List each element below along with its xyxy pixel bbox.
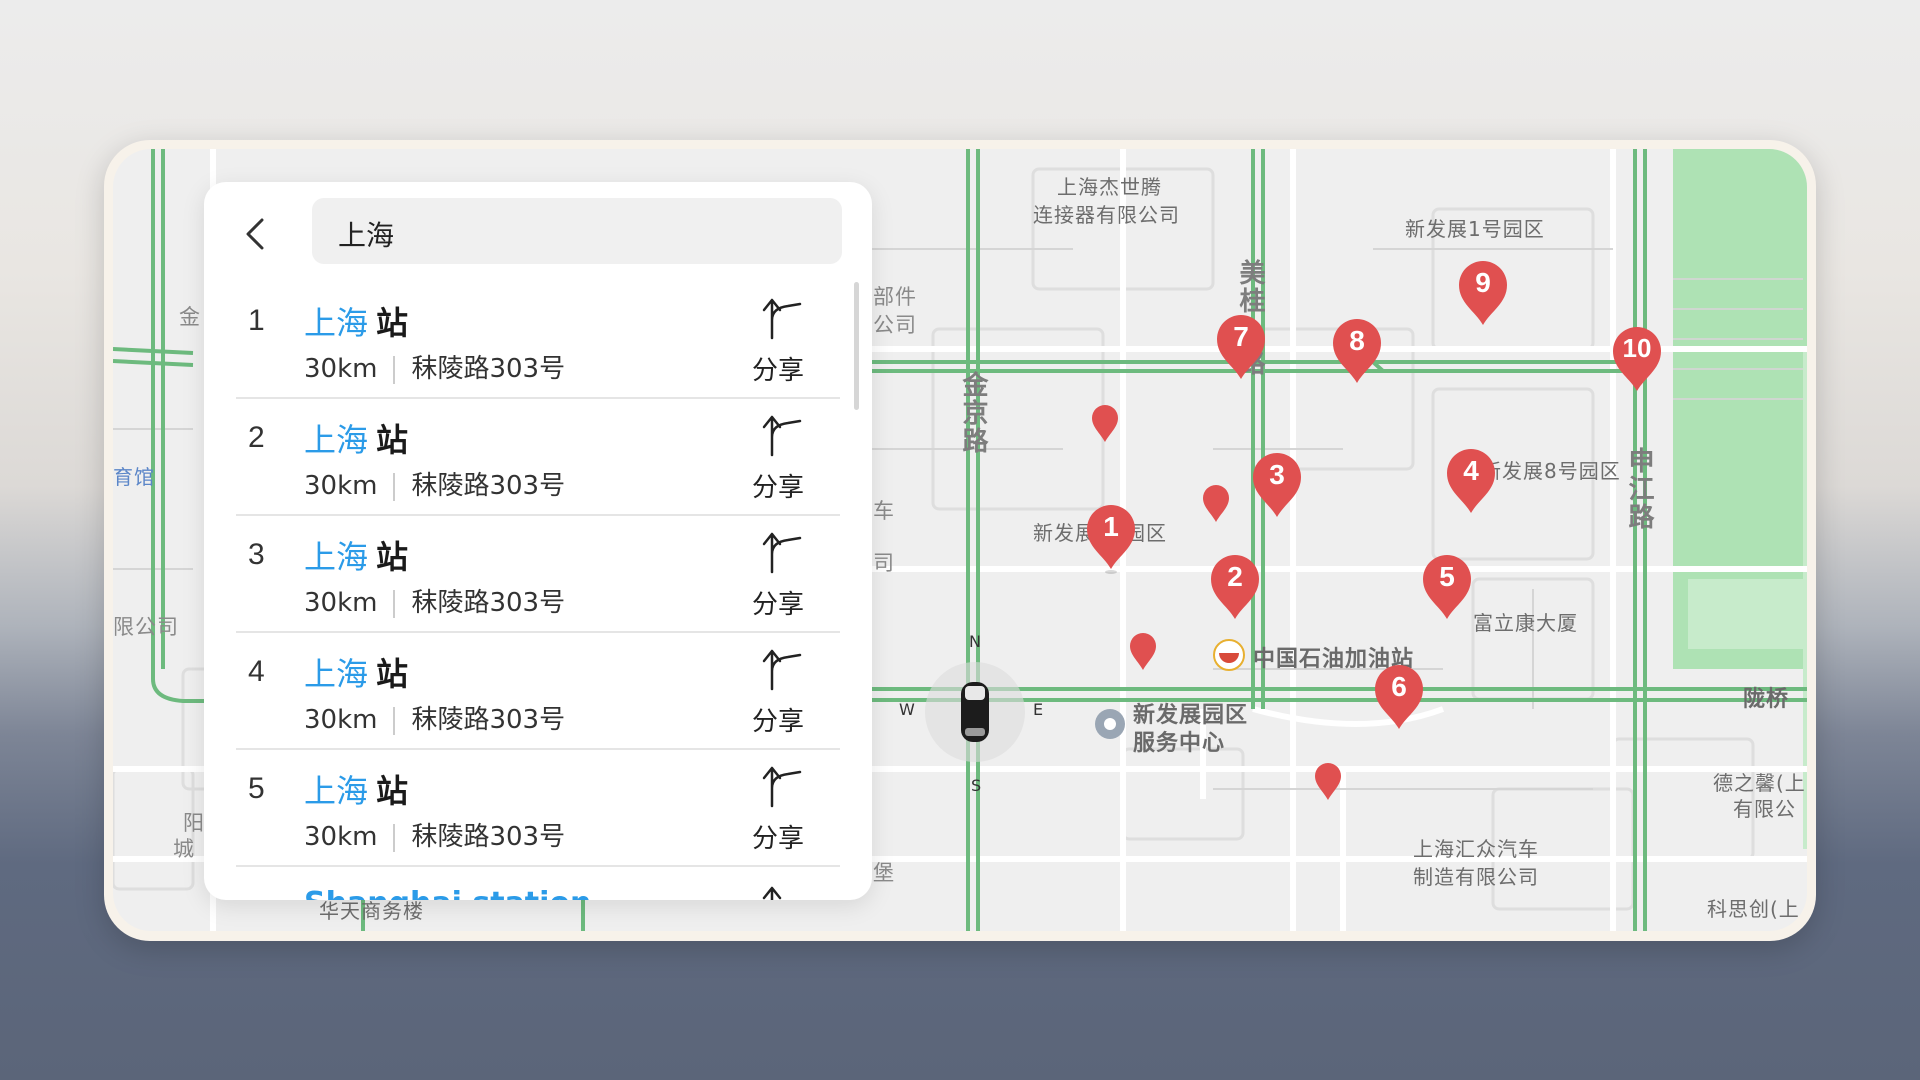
map-pin-6[interactable]: 6 bbox=[1371, 663, 1427, 735]
list-item[interactable]: 1 上海站 30km 秣陵路303号 分享 bbox=[204, 282, 872, 399]
map-label: 制造有限公司 bbox=[1413, 865, 1539, 889]
pin-number: 9 bbox=[1475, 267, 1491, 298]
back-button[interactable] bbox=[236, 214, 276, 254]
map-label: 公司 bbox=[873, 313, 917, 337]
map-pin-4[interactable]: 4 bbox=[1443, 447, 1499, 519]
search-results-panel: 上海 1 上海站 30km 秣陵路303号 分享 2 上海站 30km 秣陵路303… bbox=[204, 182, 872, 900]
route-turn-icon[interactable] bbox=[760, 294, 804, 340]
route-turn-icon[interactable] bbox=[760, 645, 804, 691]
small-map-pin[interactable] bbox=[1128, 631, 1158, 671]
result-index: 4 bbox=[248, 655, 265, 688]
route-turn-icon[interactable] bbox=[760, 762, 804, 808]
result-meta: 30km 秣陵路303号 bbox=[304, 705, 566, 735]
map-label: 上海杰世腾 bbox=[1057, 175, 1162, 199]
pin-number: 3 bbox=[1269, 459, 1285, 490]
map-label: 上海汇众汽车 bbox=[1413, 837, 1539, 861]
map-pin-3[interactable]: 3 bbox=[1249, 451, 1305, 523]
result-title: 上海站 bbox=[304, 304, 409, 342]
map-label: 育馆 bbox=[113, 465, 155, 489]
scrollbar[interactable] bbox=[854, 282, 859, 410]
map-label: 陇桥 bbox=[1743, 687, 1790, 712]
map-label: 限公司 bbox=[113, 615, 179, 639]
result-index: 1 bbox=[248, 304, 265, 337]
map-pin-10[interactable]: 10 bbox=[1609, 325, 1665, 397]
pin-number: 1 bbox=[1103, 511, 1119, 542]
results-list: 1 上海站 30km 秣陵路303号 分享 2 上海站 30km 秣陵路303号 分… bbox=[204, 282, 872, 867]
small-map-pin[interactable] bbox=[1201, 483, 1231, 523]
result-title: 上海站 bbox=[304, 655, 409, 693]
pin-number: 7 bbox=[1233, 321, 1249, 352]
map-label: 有限公 bbox=[1733, 797, 1796, 821]
list-item[interactable]: 5 上海站 30km 秣陵路303号 分享 bbox=[204, 750, 872, 867]
pin-number: 2 bbox=[1227, 561, 1243, 592]
map-label: 城 bbox=[173, 837, 195, 861]
pin-number: 10 bbox=[1622, 333, 1652, 363]
result-index: 5 bbox=[248, 772, 265, 805]
result-title: 上海站 bbox=[304, 538, 409, 576]
map-pin-1[interactable]: 1 bbox=[1083, 503, 1139, 575]
route-turn-icon[interactable] bbox=[760, 882, 804, 900]
map-label: 连接器有限公司 bbox=[1033, 203, 1180, 227]
pin-number: 8 bbox=[1349, 325, 1365, 356]
map-label: 新发展8号园区 bbox=[1481, 459, 1621, 483]
result-index: 2 bbox=[248, 421, 265, 454]
current-location-marker[interactable]: N S W E bbox=[899, 632, 1043, 795]
map-pin-2[interactable]: 2 bbox=[1207, 553, 1263, 625]
small-map-pin[interactable] bbox=[1090, 403, 1120, 443]
small-map-pin[interactable] bbox=[1313, 761, 1343, 801]
result-title: 上海站 bbox=[304, 421, 409, 459]
list-item[interactable]: 2 上海站 30km 秣陵路303号 分享 bbox=[204, 399, 872, 516]
map-pin-7[interactable]: 7 bbox=[1213, 313, 1269, 385]
gas-station-icon bbox=[1213, 639, 1245, 671]
map-label: 金 bbox=[179, 305, 201, 329]
map-pin-5[interactable]: 5 bbox=[1419, 553, 1475, 625]
search-input[interactable]: 上海 bbox=[312, 198, 842, 264]
car-icon bbox=[961, 682, 989, 742]
result-meta: 30km 秣陵路303号 bbox=[304, 822, 566, 852]
map-label: 车 bbox=[873, 499, 895, 523]
compass-west: W bbox=[899, 700, 915, 719]
pin-number: 6 bbox=[1391, 671, 1407, 702]
route-turn-icon[interactable] bbox=[760, 528, 804, 574]
result-meta: 30km 秣陵路303号 bbox=[304, 354, 566, 384]
share-button[interactable]: 分享 bbox=[752, 818, 804, 855]
map-pin-9[interactable]: 9 bbox=[1455, 259, 1511, 331]
compass-east: E bbox=[1033, 700, 1044, 719]
share-button[interactable]: 分享 bbox=[752, 701, 804, 738]
share-button[interactable]: 分享 bbox=[752, 350, 804, 387]
list-item[interactable]: 4 上海站 30km 秣陵路303号 分享 bbox=[204, 633, 872, 750]
result-meta: 30km 秣陵路303号 bbox=[304, 588, 566, 618]
compass-south: S bbox=[971, 776, 982, 795]
list-item[interactable]: 3 上海站 30km 秣陵路303号 分享 bbox=[204, 516, 872, 633]
map-label: 服务中心 bbox=[1133, 731, 1226, 756]
map-label: 美桂 bbox=[1235, 259, 1265, 315]
chevron-left-icon bbox=[246, 218, 264, 250]
pin-number: 5 bbox=[1439, 561, 1455, 592]
map-label: 科思创(上 bbox=[1707, 897, 1800, 921]
map-pin-8[interactable]: 8 bbox=[1329, 317, 1385, 389]
share-button[interactable]: 分享 bbox=[752, 584, 804, 621]
result-index: 3 bbox=[248, 538, 265, 571]
pin-number: 4 bbox=[1463, 455, 1479, 486]
route-turn-icon[interactable] bbox=[760, 411, 804, 457]
partial-result-title[interactable]: Shanghai station bbox=[304, 886, 591, 900]
map-label: 金京路 bbox=[958, 371, 988, 455]
share-button[interactable]: 分享 bbox=[752, 467, 804, 504]
map-label: 申江路 bbox=[1624, 447, 1654, 531]
map-label: 富立康大厦 bbox=[1473, 611, 1578, 635]
result-title: 上海站 bbox=[304, 772, 409, 810]
service-center-icon bbox=[1095, 709, 1125, 739]
map-label: 新发展1号园区 bbox=[1405, 217, 1545, 241]
map-label: 部件 bbox=[873, 285, 917, 309]
search-query: 上海 bbox=[338, 219, 395, 252]
map-label: 司 bbox=[873, 551, 895, 575]
compass-north: N bbox=[969, 632, 981, 651]
result-meta: 30km 秣陵路303号 bbox=[304, 471, 566, 501]
map-label: 堡 bbox=[873, 861, 895, 885]
map-label: 德之馨(上 bbox=[1713, 771, 1806, 795]
